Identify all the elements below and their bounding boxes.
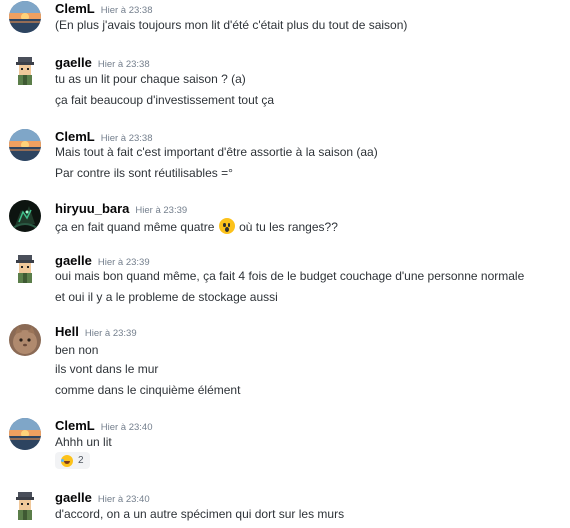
author-name[interactable]: ClemL [55, 129, 95, 144]
author-name[interactable]: Hell [55, 324, 79, 339]
author-name[interactable]: ClemL [55, 418, 95, 433]
author-name[interactable]: gaelle [55, 490, 92, 505]
avatar[interactable] [9, 253, 41, 285]
cat-avatar-icon [9, 324, 41, 356]
avatar[interactable] [9, 55, 41, 87]
message-timestamp: Hier à 23:38 [97, 59, 150, 70]
character-avatar-icon [9, 490, 41, 522]
dark-dragon-avatar-icon [9, 200, 41, 232]
message-text: Ahhh un lit [55, 435, 112, 449]
message-text: d'accord, on a un autre spécimen qui dor… [55, 507, 345, 521]
message-text: ça en fait quand même quatre où tu les r… [55, 218, 338, 235]
message-timestamp: Hier à 23:38 [100, 133, 153, 144]
message-timestamp: Hier à 23:40 [97, 494, 150, 505]
message-text: oui mais bon quand même, ça fait 4 fois … [55, 269, 525, 283]
avatar[interactable] [9, 324, 41, 356]
chat-message-list: ClemL Hier à 23:38 (En plus j'avais toujo… [0, 0, 570, 528]
joy-emoji-icon [61, 454, 73, 467]
surprised-face-emoji-icon [218, 218, 235, 234]
avatar[interactable] [9, 490, 41, 522]
message-text: et oui il y a le probleme de stockage au… [55, 290, 278, 304]
message-text: Mais tout à fait c'est important d'être … [55, 145, 378, 159]
message-text: tu as un lit pour chaque saison ? (a) [55, 72, 246, 86]
author-name[interactable]: gaelle [55, 253, 92, 268]
message-text-part: où tu les ranges?? [239, 220, 338, 234]
message-timestamp: Hier à 23:39 [97, 257, 150, 268]
message-timestamp: Hier à 23:39 [84, 328, 137, 339]
message-timestamp: Hier à 23:39 [135, 205, 188, 216]
message-text: comme dans le cinquième élément [55, 383, 241, 397]
message-timestamp: Hier à 23:40 [100, 422, 153, 433]
author-name[interactable]: ClemL [55, 1, 95, 16]
message-text-part: ça en fait quand même quatre [55, 220, 215, 234]
author-name[interactable]: hiryuu_bara [55, 201, 129, 216]
message-timestamp: Hier à 23:38 [100, 5, 153, 16]
sunset-avatar-icon [9, 129, 41, 161]
avatar[interactable] [9, 1, 41, 33]
message-text: ils vont dans le mur [55, 362, 159, 376]
sunset-avatar-icon [9, 418, 41, 450]
reaction-count: 2 [78, 455, 84, 466]
message-text: ben non [55, 343, 99, 357]
sunset-avatar-icon [9, 1, 41, 33]
avatar[interactable] [9, 129, 41, 161]
message-text: ça fait beaucoup d'investissement tout ç… [55, 93, 275, 107]
reaction-pill[interactable]: 2 [55, 452, 90, 469]
avatar[interactable] [9, 200, 41, 232]
message-text: (En plus j'avais toujours mon lit d'été … [55, 18, 408, 32]
author-name[interactable]: gaelle [55, 55, 92, 70]
message-text: Par contre ils sont réutilisables =° [55, 166, 233, 180]
character-avatar-icon [9, 253, 41, 285]
character-avatar-icon [9, 55, 41, 87]
avatar[interactable] [9, 418, 41, 450]
